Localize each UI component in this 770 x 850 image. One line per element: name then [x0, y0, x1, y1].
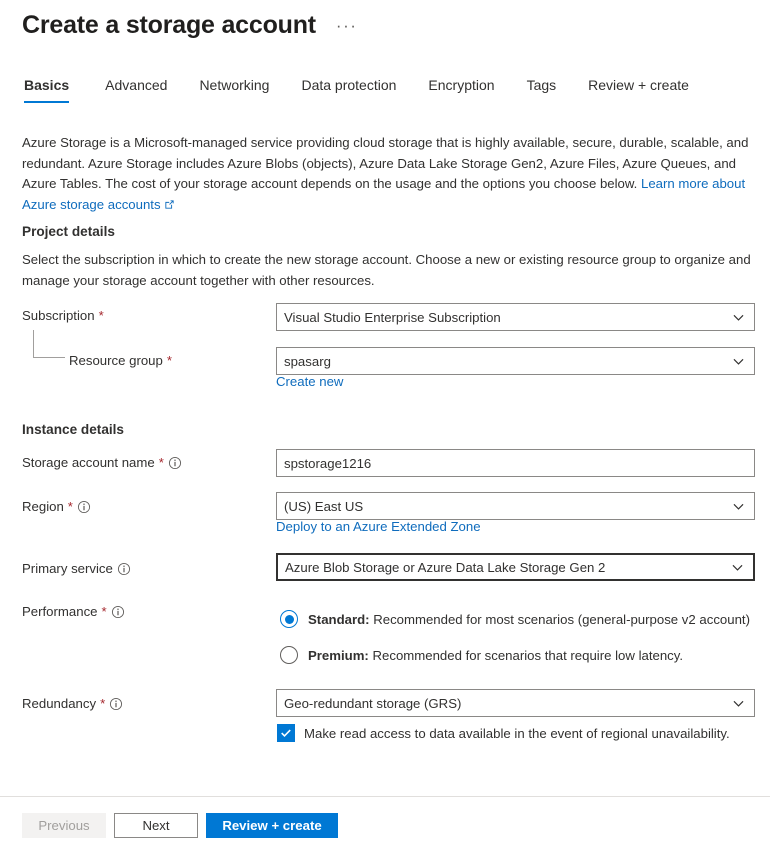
previous-button[interactable]: Previous — [22, 813, 106, 838]
tab-review-create-label: Review + create — [572, 76, 705, 94]
tab-advanced-label: Advanced — [89, 76, 183, 94]
info-icon[interactable] — [168, 456, 182, 470]
region-label-text: Region — [22, 499, 64, 514]
instance-details-heading: Instance details — [22, 422, 124, 437]
storage-account-name-label-text: Storage account name — [22, 455, 155, 470]
chevron-down-icon — [732, 697, 745, 710]
tab-advanced[interactable]: Advanced — [89, 76, 183, 103]
info-icon[interactable] — [109, 697, 123, 711]
tab-encryption-label: Encryption — [412, 76, 510, 94]
performance-option-premium[interactable]: Premium: Recommended for scenarios that … — [280, 646, 683, 664]
tab-basics-label: Basics — [22, 76, 89, 94]
chevron-down-icon — [732, 311, 745, 324]
resource-group-tree-connector — [33, 330, 65, 358]
intro-paragraph: Azure Storage is a Microsoft-managed ser… — [22, 133, 760, 215]
performance-premium-label: Premium: Recommended for scenarios that … — [308, 648, 683, 663]
subscription-dropdown[interactable]: Visual Studio Enterprise Subscription — [276, 303, 755, 331]
create-storage-account-page: Create a storage account ··· Basics Adva… — [0, 0, 770, 850]
redundancy-label-text: Redundancy — [22, 696, 96, 711]
performance-premium-rest: Recommended for scenarios that require l… — [369, 648, 683, 663]
region-label: Region * — [22, 499, 91, 514]
tab-networking-label: Networking — [183, 76, 285, 94]
redundancy-label: Redundancy * — [22, 696, 123, 711]
tab-tags-label: Tags — [511, 76, 573, 94]
external-link-icon — [164, 199, 175, 210]
chevron-down-icon — [732, 355, 745, 368]
performance-label-text: Performance — [22, 604, 98, 619]
storage-account-name-value: spstorage1216 — [284, 456, 748, 471]
radio-standard[interactable] — [280, 610, 298, 628]
resource-group-required-marker: * — [167, 354, 172, 367]
performance-standard-label: Standard: Recommended for most scenarios… — [308, 612, 750, 627]
tab-bar: Basics Advanced Networking Data protecti… — [22, 76, 705, 103]
footer-actions: Previous Next Review + create — [22, 813, 338, 838]
tab-networking[interactable]: Networking — [183, 76, 285, 103]
performance-standard-rest: Recommended for most scenarios (general-… — [370, 612, 750, 627]
read-access-checkbox-row[interactable]: Make read access to data available in th… — [277, 724, 730, 742]
region-value: (US) East US — [284, 499, 732, 514]
performance-option-standard[interactable]: Standard: Recommended for most scenarios… — [280, 610, 750, 628]
read-access-checkbox[interactable] — [277, 724, 295, 742]
performance-label: Performance * — [22, 604, 125, 619]
primary-service-value: Azure Blob Storage or Azure Data Lake St… — [285, 560, 731, 575]
project-details-heading: Project details — [22, 224, 115, 239]
resource-group-dropdown[interactable]: spasarg — [276, 347, 755, 375]
primary-service-label: Primary service — [22, 561, 131, 576]
next-button[interactable]: Next — [114, 813, 198, 838]
info-icon[interactable] — [77, 500, 91, 514]
tab-data-protection[interactable]: Data protection — [285, 76, 412, 103]
resource-group-label-text: Resource group — [69, 353, 163, 368]
storage-account-name-required-marker: * — [159, 456, 164, 469]
chevron-down-icon — [731, 561, 744, 574]
subscription-value: Visual Studio Enterprise Subscription — [284, 310, 732, 325]
storage-account-name-label: Storage account name * — [22, 455, 182, 470]
resource-group-label: Resource group * — [69, 353, 172, 368]
subscription-required-marker: * — [99, 309, 104, 322]
performance-premium-bold: Premium: — [308, 648, 369, 663]
tab-data-protection-label: Data protection — [285, 76, 412, 94]
info-icon[interactable] — [111, 605, 125, 619]
tab-encryption[interactable]: Encryption — [412, 76, 510, 103]
tab-tags[interactable]: Tags — [511, 76, 573, 103]
create-new-resource-group-link[interactable]: Create new — [276, 373, 343, 390]
checkmark-icon — [280, 727, 292, 739]
subscription-label: Subscription * — [22, 308, 104, 323]
intro-text: Azure Storage is a Microsoft-managed ser… — [22, 135, 748, 191]
storage-account-name-input[interactable]: spstorage1216 — [276, 449, 755, 477]
tab-review-create[interactable]: Review + create — [572, 76, 705, 103]
read-access-checkbox-label: Make read access to data available in th… — [304, 726, 730, 741]
more-options-icon[interactable]: ··· — [334, 17, 359, 35]
redundancy-required-marker: * — [100, 697, 105, 710]
page-title: Create a storage account — [22, 10, 316, 40]
performance-required-marker: * — [102, 605, 107, 618]
project-details-description: Select the subscription in which to crea… — [22, 250, 760, 291]
redundancy-dropdown[interactable]: Geo-redundant storage (GRS) — [276, 689, 755, 717]
redundancy-value: Geo-redundant storage (GRS) — [284, 696, 732, 711]
region-required-marker: * — [68, 500, 73, 513]
page-header: Create a storage account ··· — [22, 10, 359, 40]
review-create-button[interactable]: Review + create — [206, 813, 338, 838]
resource-group-value: spasarg — [284, 354, 732, 369]
primary-service-label-text: Primary service — [22, 561, 113, 576]
region-dropdown[interactable]: (US) East US — [276, 492, 755, 520]
performance-standard-bold: Standard: — [308, 612, 370, 627]
footer-divider — [0, 796, 770, 797]
info-icon[interactable] — [117, 562, 131, 576]
primary-service-dropdown[interactable]: Azure Blob Storage or Azure Data Lake St… — [276, 553, 755, 581]
subscription-label-text: Subscription — [22, 308, 95, 323]
chevron-down-icon — [732, 500, 745, 513]
radio-premium[interactable] — [280, 646, 298, 664]
deploy-extended-zone-link[interactable]: Deploy to an Azure Extended Zone — [276, 518, 481, 535]
tab-basics[interactable]: Basics — [22, 76, 89, 103]
